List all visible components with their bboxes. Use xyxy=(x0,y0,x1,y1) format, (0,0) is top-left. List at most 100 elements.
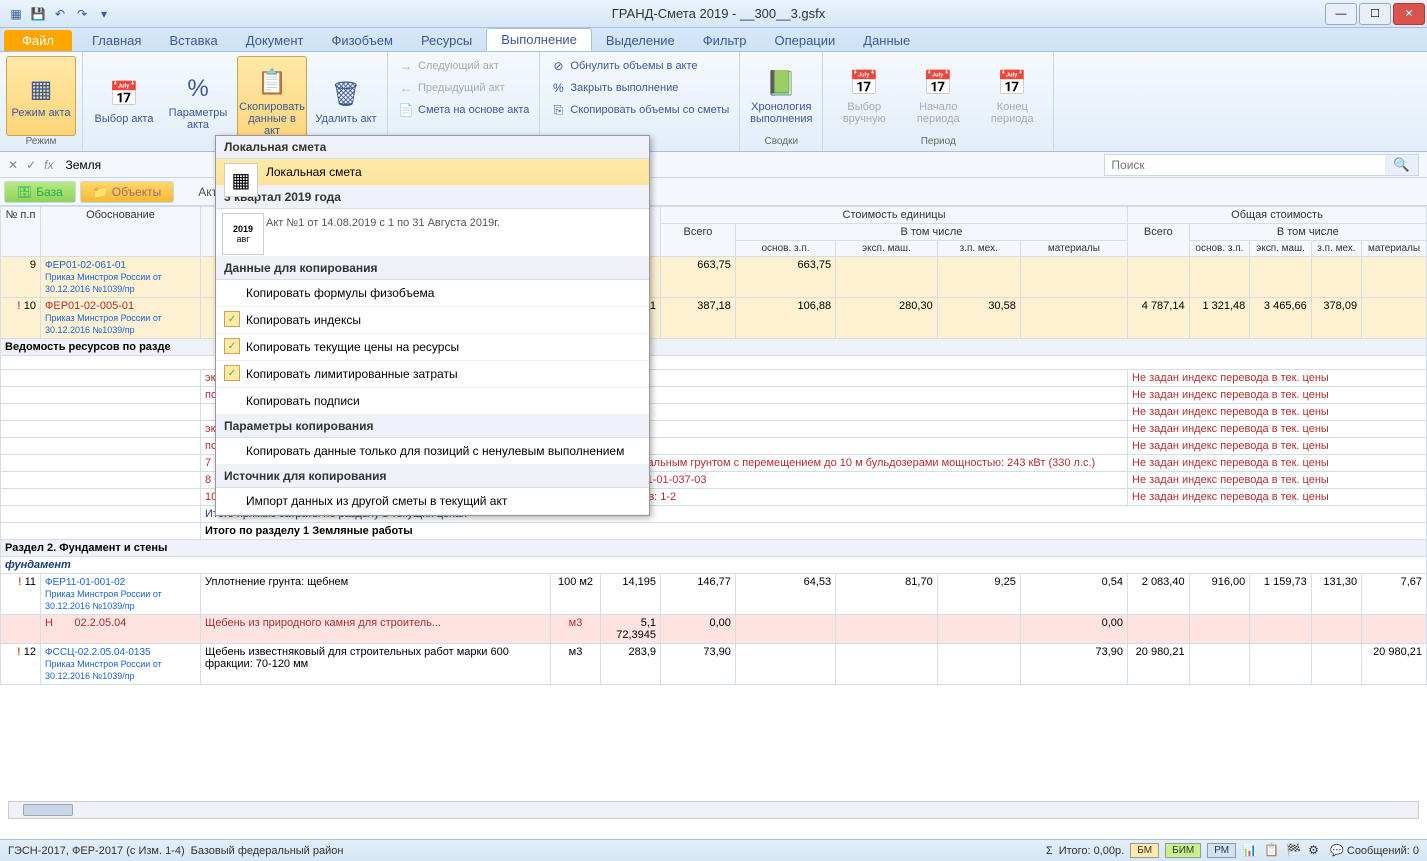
horizontal-scrollbar[interactable] xyxy=(8,801,1419,819)
sigma-icon: Σ xyxy=(1046,845,1053,857)
col-t-total[interactable]: Всего xyxy=(1128,224,1190,257)
col-t-zpm[interactable]: з.п. мех. xyxy=(1311,241,1361,257)
tab-document[interactable]: Документ xyxy=(232,30,318,51)
tab-resources[interactable]: Ресурсы xyxy=(407,30,486,51)
col-t-incl[interactable]: В том числе xyxy=(1189,224,1426,241)
table-row[interactable]: ! 11 ФЕР11-01-001-02Приказ Минстроя Росс… xyxy=(1,574,1427,615)
bim-badge[interactable]: БИМ xyxy=(1165,843,1201,858)
scrollbar-thumb[interactable] xyxy=(23,804,73,816)
delete-act-button[interactable]: 🗑Удалить акт xyxy=(311,56,381,147)
dd-section-copy-params: Параметры копирования xyxy=(216,415,649,438)
status-icon-4[interactable]: ⚙ xyxy=(1308,843,1324,859)
check-icon: ✓ xyxy=(224,365,240,381)
prev-act-button[interactable]: ←Предыдущий акт xyxy=(394,78,533,98)
file-tab[interactable]: Файл xyxy=(4,30,72,51)
col-t-em[interactable]: эксп. маш. xyxy=(1250,241,1311,257)
db-icon: 🗄 xyxy=(17,185,32,199)
col-basis[interactable]: Обоснование xyxy=(41,207,201,257)
status-icon-1[interactable]: 📊 xyxy=(1242,843,1258,859)
table-row[interactable]: фундамент xyxy=(1,557,1427,574)
save-icon[interactable]: 💾 xyxy=(30,6,46,22)
col-u-ozp[interactable]: основ. з.п. xyxy=(735,241,835,257)
col-num[interactable]: № п.п xyxy=(1,207,41,257)
group-mode: ▦ Режим акта Режим xyxy=(0,52,83,151)
col-u-em[interactable]: эксп. маш. xyxy=(836,241,938,257)
window-buttons: — ☐ ✕ xyxy=(1325,3,1427,25)
col-u-incl[interactable]: В том числе xyxy=(735,224,1127,241)
folder-icon: 📁 xyxy=(93,185,108,199)
status-norms: ГЭСН-2017, ФЕР-2017 (с Изм. 1-4) xyxy=(8,845,185,857)
mode-act-button[interactable]: ▦ Режим акта xyxy=(6,56,76,136)
table-row[interactable]: Н 02.2.05.04 Щебень из природного камня … xyxy=(1,615,1427,644)
tab-execution[interactable]: Выполнение xyxy=(486,28,592,51)
quick-access-toolbar: ▦ 💾 ↶ ↷ ▾ xyxy=(0,6,112,22)
minimize-button[interactable]: — xyxy=(1325,3,1357,25)
undo-icon[interactable]: ↶ xyxy=(52,6,68,22)
col-t-mat[interactable]: материалы xyxy=(1362,241,1427,257)
status-left: ГЭСН-2017, ФЕР-2017 (с Изм. 1-4) Базовый… xyxy=(8,845,343,857)
tab-operations[interactable]: Операции xyxy=(760,30,849,51)
table-row[interactable]: Раздел 2. Фундамент и стены xyxy=(1,540,1427,557)
qat-more-icon[interactable]: ▾ xyxy=(96,6,112,22)
copy-volumes-button[interactable]: ⎘Скопировать объемы со сметы xyxy=(546,100,733,120)
rm-badge[interactable]: РМ xyxy=(1207,843,1236,858)
dd-copy-limited[interactable]: ✓Копировать лимитированные затраты xyxy=(216,361,649,388)
close-button[interactable]: ✕ xyxy=(1393,3,1425,25)
dd-copy-signatures[interactable]: Копировать подписи xyxy=(216,388,649,415)
col-u-total[interactable]: Всего xyxy=(661,224,736,257)
copy-to-act-button[interactable]: 📋Скопировать данные в акт xyxy=(237,56,307,147)
dd-act-item[interactable]: 2019 авг Акт №1 от 14.08.2019 с 1 по 31 … xyxy=(216,209,649,257)
table-row[interactable]: Итого по разделу 1 Земляные работы xyxy=(1,523,1427,540)
redo-icon[interactable]: ↷ xyxy=(74,6,90,22)
dd-section-copy-data: Данные для копирования xyxy=(216,257,649,280)
group-chronology: 📗Хронология выполнения Сводки xyxy=(740,52,823,151)
status-icon-3[interactable]: 🏁 xyxy=(1286,843,1302,859)
chronology-icon: 📗 xyxy=(765,67,797,99)
dd-section-estimate: Локальная смета xyxy=(216,136,649,159)
dd-import-other[interactable]: Импорт данных из другой сметы в текущий … xyxy=(216,488,649,515)
next-act-button[interactable]: →Следующий акт xyxy=(394,56,533,76)
chronology-button[interactable]: 📗Хронология выполнения xyxy=(746,56,816,136)
estimate-from-act-button[interactable]: 📄Смета на основе акта xyxy=(394,100,533,120)
reset-volumes-button[interactable]: ⊘Обнулить объемы в акте xyxy=(546,56,733,76)
ribbon-tabs: Файл Главная Вставка Документ Физобъем Р… xyxy=(0,28,1427,52)
dd-copy-prices[interactable]: ✓Копировать текущие цены на ресурсы xyxy=(216,334,649,361)
warning-icon: ! xyxy=(18,576,22,588)
search-button[interactable]: 🔍 xyxy=(1385,155,1418,175)
tab-volume[interactable]: Физобъем xyxy=(317,30,407,51)
fx-icon[interactable]: fx xyxy=(44,158,53,172)
table-row[interactable]: ! 12 ФССЦ-02.2.05.04-0135Приказ Минстроя… xyxy=(1,644,1427,685)
select-act-button[interactable]: 📅Выбор акта xyxy=(89,56,159,147)
base-tab[interactable]: 🗄База xyxy=(4,181,76,203)
tab-selection[interactable]: Выделение xyxy=(592,30,689,51)
col-u-mat[interactable]: материалы xyxy=(1020,241,1127,257)
dd-copy-formulas[interactable]: Копировать формулы физобъема xyxy=(216,280,649,307)
messages-count[interactable]: 💬 Сообщений: 0 xyxy=(1330,844,1419,857)
group-chronology-label: Сводки xyxy=(765,136,799,147)
col-unit-cost[interactable]: Стоимость единицы xyxy=(661,207,1128,224)
maximize-button[interactable]: ☐ xyxy=(1359,3,1391,25)
accept-icon[interactable]: ✓ xyxy=(26,158,36,172)
col-t-ozp[interactable]: основ. з.п. xyxy=(1189,241,1250,257)
cancel-icon[interactable]: ✕ xyxy=(8,158,18,172)
close-execution-button[interactable]: %Закрыть выполнение xyxy=(546,78,733,98)
calendar-icon: 2019 авг xyxy=(222,213,264,255)
dd-local-estimate[interactable]: ▦ Локальная смета xyxy=(216,159,649,186)
bm-badge[interactable]: БМ xyxy=(1130,843,1159,858)
group-period: 📅Выбор вручную 📅Начало периода 📅Конец пе… xyxy=(823,52,1054,151)
act-params-button[interactable]: %Параметры акта xyxy=(163,56,233,147)
status-icon-2[interactable]: 📋 xyxy=(1264,843,1280,859)
col-u-zpm[interactable]: з.п. мех. xyxy=(937,241,1020,257)
tab-insert[interactable]: Вставка xyxy=(155,30,231,51)
search-box: 🔍 xyxy=(1104,154,1419,176)
tab-filter[interactable]: Фильтр xyxy=(689,30,761,51)
tab-data[interactable]: Данные xyxy=(849,30,924,51)
col-total-cost[interactable]: Общая стоимость xyxy=(1128,207,1427,224)
dd-nonzero-only[interactable]: Копировать данные только для позиций с н… xyxy=(216,438,649,465)
arrow-right-icon: → xyxy=(398,58,414,74)
objects-tab[interactable]: 📁Объекты xyxy=(80,181,174,203)
search-input[interactable] xyxy=(1105,156,1385,174)
period-end-button: 📅Конец периода xyxy=(977,56,1047,136)
dd-copy-indexes[interactable]: ✓Копировать индексы xyxy=(216,307,649,334)
tab-main[interactable]: Главная xyxy=(78,30,155,51)
